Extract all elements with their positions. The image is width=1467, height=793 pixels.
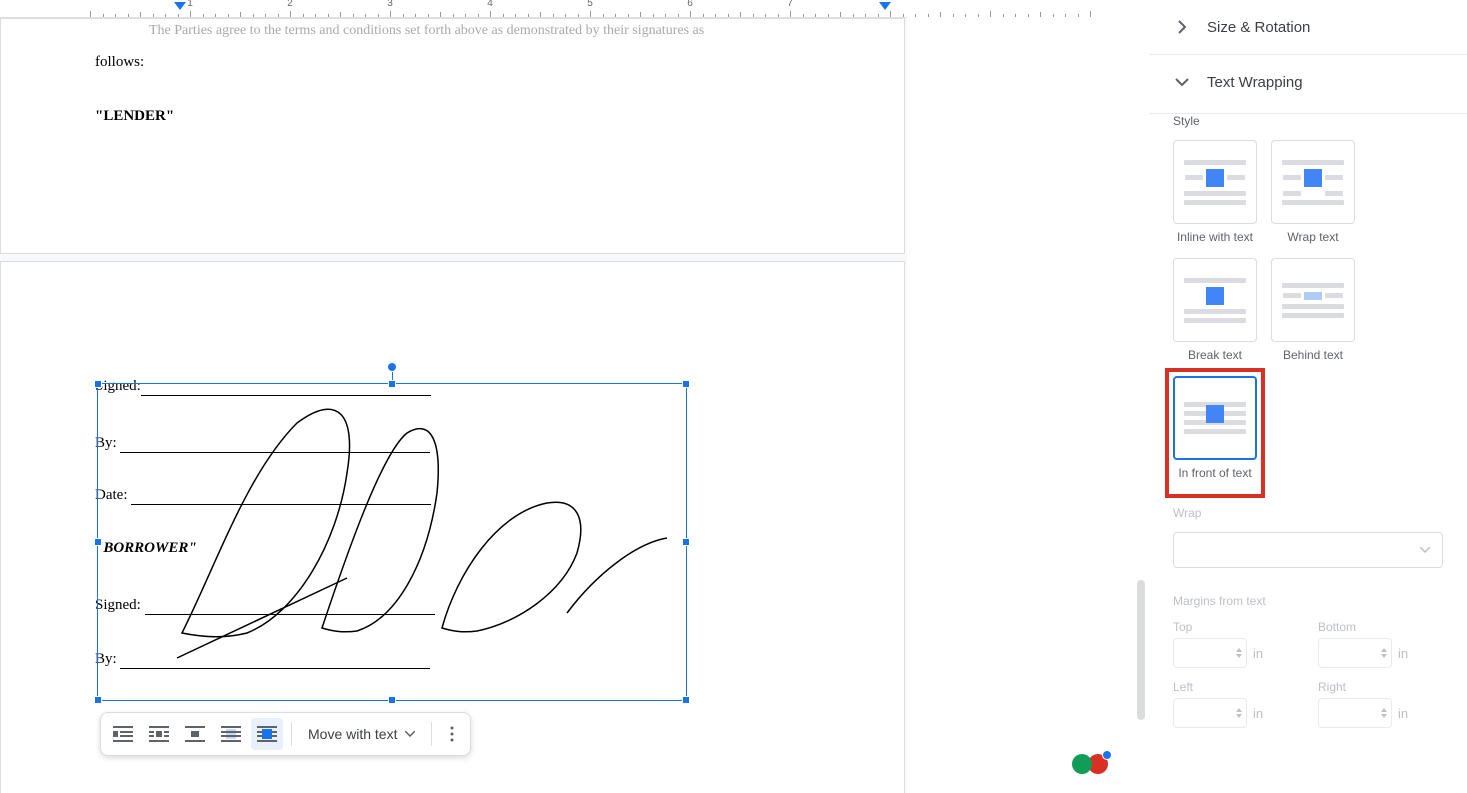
style-behind-text[interactable]: Behind text [1271, 258, 1355, 362]
margin-left-input [1173, 698, 1247, 728]
style-wrap-text[interactable]: Wrap text [1271, 140, 1355, 244]
chevron-right-icon [1173, 18, 1191, 36]
text-wrapping-section-header[interactable]: Text Wrapping [1173, 73, 1443, 91]
unit-label: in [1253, 706, 1263, 721]
more-options-button[interactable] [438, 718, 466, 750]
wrap-label: Wrap [1173, 506, 1443, 520]
resize-handle[interactable] [388, 696, 396, 704]
resize-handle[interactable] [682, 380, 690, 388]
margin-top-input [1173, 638, 1247, 668]
more-vert-icon [450, 726, 454, 742]
margin-right-input [1318, 698, 1392, 728]
style-inline-with-text[interactable]: Inline with text [1173, 140, 1257, 244]
margin-bottom-input [1318, 638, 1392, 668]
rotate-handle[interactable] [387, 362, 397, 372]
resize-handle[interactable] [682, 538, 690, 546]
main-scrollbar[interactable] [1137, 580, 1147, 780]
margin-top-label: Top [1173, 620, 1298, 634]
wrap-dropdown [1173, 532, 1443, 568]
toolbar-separator [431, 722, 432, 746]
inline-wrap-button[interactable] [107, 718, 139, 750]
resize-handle[interactable] [94, 538, 102, 546]
unit-label: in [1398, 706, 1408, 721]
explore-badges [1072, 754, 1108, 774]
size-rotation-section-header[interactable]: Size & Rotation [1173, 18, 1443, 36]
size-rotation-label: Size & Rotation [1207, 19, 1310, 36]
margin-right-label: Right [1318, 680, 1443, 694]
text-wrapping-label: Text Wrapping [1207, 74, 1303, 91]
style-wrap-label: Wrap text [1287, 230, 1338, 244]
horizontal-ruler[interactable]: 1234567 [0, 0, 907, 18]
style-label: Style [1173, 114, 1443, 128]
margins-label: Margins from text [1173, 594, 1443, 608]
body-text[interactable]: The Parties agree to the terms and condi… [149, 23, 704, 39]
document-canvas: The Parties agree to the terms and condi… [0, 18, 907, 793]
badge-green[interactable] [1072, 754, 1092, 774]
ruler-indent-left[interactable] [174, 2, 186, 10]
unit-label: in [1398, 646, 1408, 661]
document-page[interactable]: The Parties agree to the terms and condi… [0, 18, 905, 254]
in-front-text-button[interactable] [251, 718, 283, 750]
resize-handle[interactable] [94, 696, 102, 704]
plus-icon [1102, 750, 1112, 760]
style-inline-label: Inline with text [1177, 230, 1253, 244]
wrap-text-button[interactable] [143, 718, 175, 750]
chevron-down-icon [1420, 547, 1430, 553]
break-text-button[interactable] [179, 718, 211, 750]
move-with-text-dropdown[interactable]: Move with text [298, 726, 425, 742]
style-break-label: Break text [1188, 348, 1242, 362]
image-floating-toolbar: Move with text [100, 712, 471, 756]
margin-left-label: Left [1173, 680, 1298, 694]
lender-label[interactable]: "LENDER" [95, 108, 174, 125]
resize-handle[interactable] [682, 696, 690, 704]
resize-handle[interactable] [388, 380, 396, 388]
image-selection-box[interactable] [97, 383, 687, 701]
resize-handle[interactable] [94, 380, 102, 388]
style-behind-label: Behind text [1283, 348, 1343, 362]
style-in-front-of-text[interactable]: In front of text [1173, 376, 1257, 480]
margin-bottom-label: Bottom [1318, 620, 1443, 634]
move-dropdown-label: Move with text [308, 726, 397, 742]
body-text[interactable]: follows: [95, 54, 144, 71]
image-options-panel: Size & Rotation Text Wrapping Style Inli… [1149, 0, 1467, 793]
unit-label: in [1253, 646, 1263, 661]
style-break-text[interactable]: Break text [1173, 258, 1257, 362]
chevron-down-icon [1173, 73, 1191, 91]
ruler-indent-right[interactable] [879, 2, 891, 10]
toolbar-separator [291, 722, 292, 746]
behind-text-button[interactable] [215, 718, 247, 750]
scrollbar-thumb[interactable] [1137, 580, 1145, 720]
chevron-down-icon [405, 731, 415, 737]
